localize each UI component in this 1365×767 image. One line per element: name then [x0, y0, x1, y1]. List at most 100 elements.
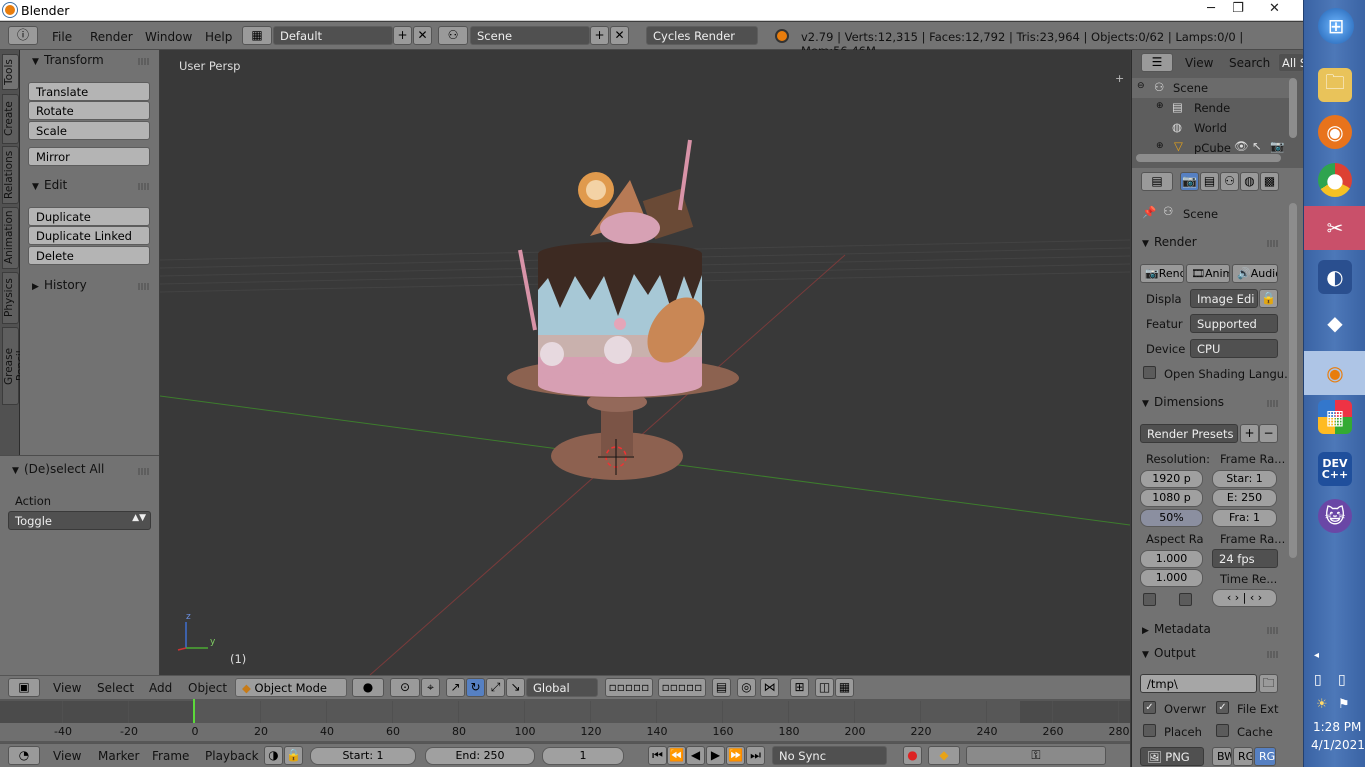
render-still-icon[interactable]: ◫ — [815, 678, 834, 697]
crop-checkbox[interactable] — [1179, 593, 1192, 606]
timeline[interactable]: -40 -20 0 20 40 60 80 100 120 140 160 180 200 220 240 2… — [0, 699, 1130, 743]
jump-start-icon[interactable]: ⏮ — [648, 746, 667, 765]
fps-select[interactable]: 24 fps — [1212, 549, 1278, 568]
shading-icon[interactable]: ● — [352, 678, 384, 697]
menu-select[interactable]: Select — [97, 681, 134, 695]
layer-lock-icon[interactable]: ▤ — [712, 678, 731, 697]
render-audio-button[interactable]: 🔊Audio — [1232, 264, 1278, 283]
play-reverse-icon[interactable]: ◀ — [686, 746, 705, 765]
selectability-icon[interactable]: ↖ — [1252, 139, 1262, 153]
add-scene-icon[interactable]: + — [590, 26, 609, 45]
pin-icon[interactable]: 📌 — [1142, 205, 1156, 219]
duplicate-linked-button[interactable]: Duplicate Linked — [28, 226, 150, 245]
aspect-y-field[interactable]: 1.000 — [1140, 569, 1203, 587]
play-icon[interactable]: ▶ — [706, 746, 725, 765]
screen-layout-field[interactable]: Default — [273, 26, 393, 45]
layers-group-2[interactable]: ▫▫▫▫▫ — [658, 678, 706, 697]
region-toggle-icon[interactable]: + — [1115, 72, 1124, 85]
panel-output-header[interactable]: ▼ Output — [1142, 646, 1196, 660]
panel-grip[interactable] — [138, 58, 150, 65]
editor-type-3d-icon[interactable]: ▣ — [8, 678, 40, 697]
menu-window[interactable]: Window — [145, 30, 192, 44]
jump-end-icon[interactable]: ⏭ — [746, 746, 765, 765]
delete-scene-icon[interactable]: ✕ — [610, 26, 629, 45]
menu-view[interactable]: View — [1185, 56, 1213, 70]
color-bw-button[interactable]: BW — [1212, 747, 1232, 766]
folder-icon[interactable]: 🗀 — [1259, 674, 1278, 693]
lock-icon[interactable]: 🔒 — [284, 746, 303, 765]
tab-create[interactable]: Create — [2, 94, 19, 144]
record-icon[interactable]: ● — [903, 746, 922, 765]
end-frame-field[interactable]: End: 250 — [425, 747, 535, 765]
panel-dimensions-header[interactable]: ▼ Dimensions — [1142, 395, 1224, 409]
aspect-x-field[interactable]: 1.000 — [1140, 550, 1203, 568]
menu-file[interactable]: File — [52, 30, 72, 44]
outliner-row-scene[interactable]: ⊖ ⚇ Scene — [1132, 78, 1292, 98]
device-select[interactable]: CPU — [1190, 339, 1278, 358]
screen-layout-icon[interactable]: ▦ — [242, 26, 272, 45]
tab-texture-icon[interactable]: ▩ — [1260, 172, 1279, 191]
add-preset-icon[interactable]: + — [1240, 424, 1259, 443]
scene-icon[interactable]: ⚇ — [438, 26, 468, 45]
panel-grip[interactable] — [1267, 240, 1279, 247]
panel-grip[interactable] — [138, 283, 150, 290]
editor-type-info-icon[interactable]: ⓘ — [8, 26, 38, 45]
renderability-icon[interactable]: 📷 — [1270, 139, 1284, 153]
outliner-row-render[interactable]: ⊕ ▤ Rende — [1132, 98, 1292, 118]
tab-physics[interactable]: Physics — [2, 272, 19, 324]
editor-type-timeline-icon[interactable]: ◔ — [8, 746, 40, 765]
tab-grease-pencil[interactable]: Grease Pencil — [2, 327, 27, 405]
outliner-row-object[interactable]: ⊕ ▽ pCube 👁 ↖ 📷 — [1132, 138, 1292, 154]
add-screen-icon[interactable]: + — [393, 26, 412, 45]
jump-keyframe-forward-icon[interactable]: ⏩ — [726, 746, 745, 765]
mirror-button[interactable]: Mirror — [28, 147, 150, 166]
flag-icon[interactable]: ⚑ — [1338, 697, 1350, 712]
scale-button[interactable]: Scale — [28, 121, 150, 140]
menu-playback[interactable]: Playback — [205, 749, 259, 763]
delete-screen-icon[interactable]: ✕ — [413, 26, 432, 45]
manipulator-extra-icon[interactable]: ↘ — [506, 678, 525, 697]
network-icon[interactable]: ▯ — [1338, 672, 1346, 688]
start-button-icon[interactable]: ⊞ — [1318, 8, 1354, 44]
layers-group-1[interactable]: ▫▫▫▫▫ — [605, 678, 653, 697]
snap-target-icon[interactable]: ⊞ — [790, 678, 809, 697]
current-frame-field[interactable]: 1 — [542, 747, 624, 765]
keying-set-icon[interactable]: ◆ — [928, 746, 960, 765]
panel-grip[interactable] — [1267, 627, 1279, 634]
frame-end-field[interactable]: E: 250 — [1212, 489, 1277, 507]
output-path-field[interactable]: /tmp\ — [1140, 674, 1257, 693]
snipping-tool-icon[interactable]: ✂ — [1304, 206, 1365, 250]
panel-render-header[interactable]: ▼ Render — [1142, 235, 1197, 249]
tab-animation[interactable]: Animation — [2, 207, 19, 269]
orientation-select[interactable]: Global — [526, 678, 598, 697]
sync-select[interactable]: No Sync — [772, 746, 887, 765]
feature-set-select[interactable]: Supported — [1190, 314, 1278, 333]
editor-type-outliner-icon[interactable]: ☰ — [1141, 53, 1173, 72]
3d-viewport[interactable]: User Persp (1) z y + — [160, 50, 1130, 675]
tab-world-icon[interactable]: ◍ — [1240, 172, 1259, 191]
menu-search[interactable]: Search — [1229, 56, 1270, 70]
render-animation-button[interactable]: 🎞Anim — [1186, 264, 1230, 283]
snap-toggle-icon[interactable]: ⋈ — [760, 678, 779, 697]
tab-render-layers-icon[interactable]: ▤ — [1200, 172, 1219, 191]
menu-render[interactable]: Render — [90, 30, 133, 44]
battery-icon[interactable]: ▯ — [1314, 672, 1322, 688]
render-engine-select[interactable]: Cycles Render — [646, 26, 758, 45]
devcpp-icon[interactable]: DEV C++ — [1318, 452, 1352, 486]
panel-history-header[interactable]: ▶ History — [32, 278, 87, 292]
unity-icon[interactable]: ◆ — [1318, 306, 1352, 340]
cache-checkbox[interactable] — [1216, 724, 1229, 737]
outliner-hscrollbar[interactable] — [1136, 154, 1281, 162]
display-select[interactable]: Image Edi — [1190, 289, 1258, 308]
visibility-eye-icon[interactable]: 👁 — [1234, 139, 1249, 153]
file-explorer-icon[interactable]: 🗀 — [1318, 68, 1352, 102]
start-frame-field[interactable]: Start: 1 — [310, 747, 416, 765]
outliner-filter-select[interactable]: All S — [1278, 53, 1304, 72]
tab-render-icon[interactable]: 📷 — [1180, 172, 1199, 191]
time-remap-fields[interactable]: ‹ › | ‹ › — [1212, 589, 1277, 607]
menu-view[interactable]: View — [53, 681, 81, 695]
render-presets-select[interactable]: Render Presets — [1140, 424, 1238, 443]
action-select[interactable]: Toggle ▲▼ — [8, 511, 151, 530]
osl-checkbox[interactable] — [1143, 366, 1156, 379]
translate-button[interactable]: Translate — [28, 82, 150, 101]
